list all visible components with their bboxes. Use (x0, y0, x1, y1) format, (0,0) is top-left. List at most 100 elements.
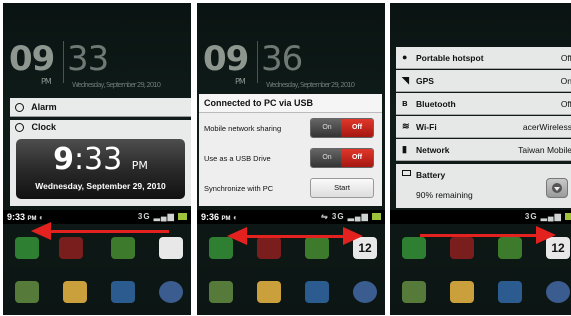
setting-bluetooth[interactable]: ʙ Bluetooth Off (396, 93, 571, 115)
network-type-icon: 3G (331, 212, 345, 221)
battery-icon (372, 213, 381, 221)
toggle-on-option[interactable]: On (311, 149, 343, 167)
battery-icon (178, 213, 187, 221)
notification-clock[interactable]: Clock (10, 120, 191, 135)
messaging-app-icon[interactable] (111, 237, 135, 259)
battery-icon (402, 170, 411, 176)
messaging-app-icon[interactable] (305, 237, 329, 259)
market-app-icon[interactable] (402, 281, 426, 303)
usb-drive-toggle[interactable]: On Off (310, 148, 374, 168)
screenshot-stage: 09 33 PM Wednesday, September 29, 2010 A… (0, 0, 571, 316)
setting-label: Bluetooth (416, 99, 456, 109)
setting-label: GPS (416, 76, 434, 86)
phone-screen-notifications: 09 33 PM Wednesday, September 29, 2010 A… (3, 3, 191, 315)
signal-icon: ▂▄▆ (540, 212, 562, 221)
phone-app-icon[interactable] (402, 237, 426, 259)
setting-value: Off (560, 99, 571, 109)
setting-value: On (560, 76, 571, 86)
market-app-icon[interactable] (209, 281, 233, 303)
battery-icon (565, 213, 571, 221)
social-app-icon[interactable] (498, 281, 522, 303)
swipe-both-arrow (227, 227, 363, 245)
status-bar[interactable]: 3G ▂▄▆ (390, 210, 571, 224)
toggle-off-option[interactable]: Off (341, 149, 373, 167)
browser-app-icon[interactable] (353, 281, 377, 303)
notification-alarm[interactable]: Alarm (10, 98, 191, 117)
social-app-icon[interactable] (111, 281, 135, 303)
notification-count-icon: ◐ (233, 213, 238, 222)
digital-time: 9:33 PM (16, 142, 185, 177)
clock-divider (63, 41, 64, 83)
home-clock-date: Wednesday, September 29, 2010 (266, 81, 355, 89)
usb-icon: ⇋ (320, 212, 329, 221)
setting-label: Network (416, 145, 450, 155)
setting-network[interactable]: ▮ Network Taiwan Mobile (396, 139, 571, 161)
network-type-icon: 3G (524, 212, 538, 221)
notification-label: Alarm (31, 102, 57, 112)
notification-count-icon: ◐ (39, 213, 44, 222)
browser-app-icon[interactable] (546, 281, 570, 303)
home-clock-widget: 09 36 PM Wednesday, September 29, 2010 (203, 39, 355, 89)
contacts-app-icon[interactable] (59, 237, 83, 259)
usb-dialog-title: Connected to PC via USB (199, 94, 382, 113)
home-clock-ampm: PM (41, 77, 52, 86)
setting-value: Taiwan Mobile (518, 145, 571, 155)
collapse-down-button[interactable] (546, 178, 568, 198)
setting-gps[interactable]: ◥ GPS On (396, 70, 571, 92)
status-bar[interactable]: 9:36 PM ◐ ⇋ 3G ▂▄▆ (197, 210, 385, 224)
home-clock-minute: 33 (67, 39, 109, 79)
phone-app-icon[interactable] (15, 237, 39, 259)
battery-remaining: 90% remaining (416, 190, 473, 200)
usb-drive-label: Use as a USB Drive (204, 154, 271, 163)
status-time: 9:36 (201, 212, 220, 222)
home-clock-widget: 09 33 PM Wednesday, September 29, 2010 (9, 39, 161, 89)
wifi-icon: ≋ (402, 121, 410, 131)
notification-label: Clock (31, 122, 57, 132)
phone-screen-settings: ● Portable hotspot Off ◥ GPS On ʙ Blueto… (390, 3, 571, 315)
battery-card: Battery 90% remaining (396, 164, 571, 208)
mobile-network-sharing-toggle[interactable]: On Off (310, 118, 374, 138)
home-clock-hour: 09 (203, 39, 249, 79)
digital-date: Wednesday, September 29, 2010 (35, 181, 166, 191)
setting-wifi[interactable]: ≋ Wi-Fi acerWireless (396, 116, 571, 138)
clock-notification-card[interactable]: 9:33 PM Wednesday, September 29, 2010 (10, 134, 191, 206)
toggle-off-option[interactable]: Off (341, 119, 373, 137)
home-clock-minute: 36 (261, 39, 303, 79)
maps-app-icon[interactable] (63, 281, 87, 303)
browser-app-icon[interactable] (159, 281, 183, 303)
bluetooth-icon: ʙ (402, 98, 408, 108)
clock-icon (15, 123, 24, 133)
battery-label: Battery (416, 170, 446, 180)
status-icons: 3G ▂▄▆ (138, 210, 187, 224)
social-app-icon[interactable] (305, 281, 329, 303)
maps-app-icon[interactable] (450, 281, 474, 303)
market-app-icon[interactable] (15, 281, 39, 303)
synchronize-start-button[interactable]: Start (310, 178, 374, 198)
swipe-left-arrow (31, 222, 169, 240)
contacts-app-icon[interactable] (450, 237, 474, 259)
swipe-right-arrow (420, 226, 556, 244)
setting-portable-hotspot[interactable]: ● Portable hotspot Off (396, 47, 571, 69)
usb-connection-dialog: Connected to PC via USB Mobile network s… (199, 94, 382, 206)
mobile-network-sharing-label: Mobile network sharing (204, 124, 282, 133)
calendar-app-icon[interactable] (159, 237, 183, 259)
home-clock-ampm: PM (235, 77, 246, 86)
setting-label: Portable hotspot (416, 53, 484, 63)
signal-icon: ▂▄▆ (153, 212, 175, 221)
status-ampm: PM (221, 216, 231, 222)
digital-ampm: PM (131, 159, 148, 172)
phone-screen-usb: 09 36 PM Wednesday, September 29, 2010 C… (197, 3, 385, 315)
home-clock-hour: 09 (9, 39, 55, 79)
gps-icon: ◥ (402, 75, 409, 85)
setting-value: Off (560, 53, 571, 63)
alarm-icon (15, 103, 24, 113)
digital-clock-display: 9:33 PM Wednesday, September 29, 2010 (16, 139, 185, 199)
toggle-on-option[interactable]: On (311, 119, 343, 137)
contacts-app-icon[interactable] (257, 237, 281, 259)
maps-app-icon[interactable] (257, 281, 281, 303)
home-clock-date: Wednesday, September 29, 2010 (72, 81, 161, 89)
status-time: 9:33 (7, 212, 26, 222)
messaging-app-icon[interactable] (498, 237, 522, 259)
signal-icon: ▂▄▆ (347, 212, 369, 221)
status-icons: ⇋ 3G ▂▄▆ (321, 210, 381, 224)
